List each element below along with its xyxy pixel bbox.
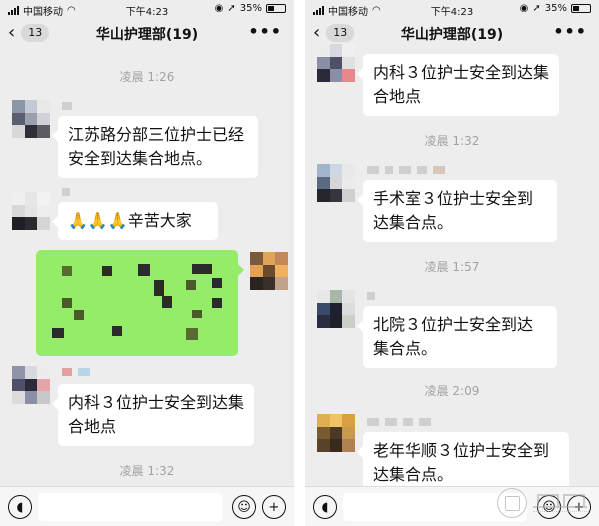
watermark-latin-line — [533, 511, 589, 514]
avatar[interactable] — [317, 414, 355, 452]
chat-header: ‹ 13 华山护理部(19) ••• — [0, 20, 294, 48]
location-icon: ➚ — [227, 3, 236, 14]
more-options-button[interactable]: ••• — [553, 22, 587, 41]
chat-screen-right: 中国移动 ◠ 下午4:23 ◉ ➚ 35% ‹ 13 华山护理部(19) •••… — [305, 0, 599, 526]
avatar[interactable] — [12, 366, 50, 404]
sender-name — [62, 102, 72, 110]
input-bar: ◖ ☺ + — [0, 486, 294, 526]
voice-icon[interactable]: ◖ — [313, 495, 337, 519]
message-bubble[interactable]: 手术室３位护士安全到达集合点。 — [357, 180, 557, 242]
avatar[interactable] — [12, 192, 50, 230]
timestamp: 凌晨 1:57 — [424, 260, 480, 274]
timestamp: 凌晨 1:32 — [119, 464, 175, 478]
more-options-button[interactable]: ••• — [248, 22, 282, 41]
sender-name — [367, 418, 431, 426]
message-bubble[interactable]: 江苏路分部三位护士已经安全到达集合地点。 — [52, 116, 258, 178]
lock-rotation-icon: ◉ — [214, 3, 224, 14]
status-bar: 中国移动 ◠ 下午4:23 ◉ ➚ 35% — [0, 0, 294, 18]
message-bubble[interactable]: 老年华顺３位护士安全到达集合点。 — [357, 432, 569, 494]
blurred-image — [52, 264, 222, 340]
location-icon: ➚ — [532, 3, 541, 14]
voice-icon[interactable]: ◖ — [8, 495, 32, 519]
lock-rotation-icon: ◉ — [519, 3, 529, 14]
watermark-logotype — [533, 492, 587, 508]
message-input[interactable] — [38, 493, 222, 521]
message-bubble[interactable]: 内科３位护士安全到达集合地点 — [52, 384, 254, 446]
status-bar: 中国移动 ◠ 下午4:23 ◉ ➚ 35% — [305, 0, 599, 18]
my-avatar[interactable] — [250, 252, 288, 290]
timestamp: 凌晨 1:26 — [119, 70, 175, 84]
sender-name — [62, 368, 90, 376]
message-bubble[interactable]: 内科３位护士安全到达集合地点 — [357, 54, 559, 116]
avatar[interactable] — [317, 44, 355, 82]
sender-name — [367, 292, 375, 300]
avatar[interactable] — [12, 100, 50, 138]
battery-percent: 35% — [544, 3, 567, 14]
message-bubble[interactable]: 北院３位护士安全到达集合点。 — [357, 306, 557, 368]
battery-icon — [266, 4, 286, 13]
message-bubble[interactable]: 🙏🙏🙏辛苦大家 — [52, 202, 218, 240]
chat-screen-left: 中国移动 ◠ 下午4:23 ◉ ➚ 35% ‹ 13 华山护理部(19) •••… — [0, 0, 294, 526]
sender-name — [62, 188, 70, 196]
avatar[interactable] — [317, 164, 355, 202]
plus-icon[interactable]: + — [262, 495, 286, 519]
avatar[interactable] — [317, 290, 355, 328]
battery-percent: 35% — [239, 3, 262, 14]
emoji-icon[interactable]: ☺ — [232, 495, 256, 519]
timestamp: 凌晨 2:09 — [424, 384, 480, 398]
sender-name — [367, 166, 445, 174]
university-watermark — [497, 488, 593, 522]
seal-icon — [497, 488, 527, 518]
outgoing-image-message[interactable] — [36, 250, 244, 356]
battery-icon — [571, 4, 591, 13]
timestamp: 凌晨 1:32 — [424, 134, 480, 148]
